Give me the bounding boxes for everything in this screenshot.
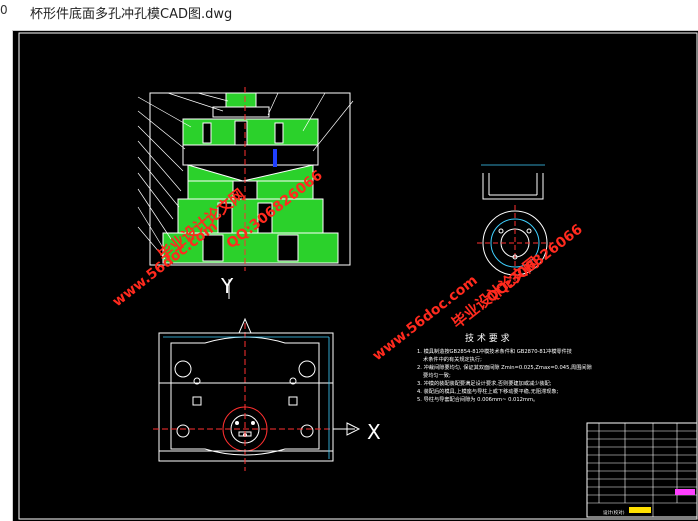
tech-req-heading: 技 术 要 求	[465, 332, 510, 344]
app-icon: 0	[0, 3, 8, 17]
tech-req-line-4: 要均匀一致;	[423, 371, 451, 379]
drawing-frame	[18, 32, 698, 520]
window-title: 杯形件底面多孔冲孔模CAD图.dwg	[30, 7, 233, 22]
tech-req-line-5: 3. 冲模的装配装配要满足设计要求,否则要建加或减少装配;	[417, 379, 552, 387]
window-titlebar: 0 杯形件底面多孔冲孔模CAD图.dwg	[0, 0, 698, 22]
title-block: 设计(校对)	[586, 422, 698, 518]
tech-req-line-6: 4. 装配后的模具,上模座与导柱上或下移动要平稳,无阻滞现象;	[417, 387, 559, 395]
tech-req-line-2: 术条件中的有关规定执行;	[423, 355, 482, 363]
tech-req-line-1: 1. 模具制造按GB2854-81冲模技术条件和 GB2870-81冲模零件技	[417, 347, 572, 355]
die-plan-view	[153, 317, 361, 471]
cad-drawing-canvas[interactable]: Y X 技 术 要 求 1. 模具制造按GB2854-81冲模技术条件和 GB2…	[12, 30, 698, 521]
tech-req-line-7: 5. 导柱与导套配合间隙为 0.006mm~ 0.012mm。	[417, 395, 538, 403]
title-block-label: 设计(校对)	[603, 509, 625, 516]
drawing-svg: Y X 技 术 要 求 1. 模具制造按GB2854-81冲模技术条件和 GB2…	[18, 32, 698, 520]
view-label-y: Y	[220, 274, 234, 298]
tech-req-line-3: 2. 冲裁间隙要均匀, 保证其双面间隙 Zmin=0.025,Zmax=0.04…	[417, 363, 592, 371]
technical-requirements: 技 术 要 求 1. 模具制造按GB2854-81冲模技术条件和 GB2870-…	[417, 332, 592, 403]
view-label-x: X	[367, 420, 381, 444]
